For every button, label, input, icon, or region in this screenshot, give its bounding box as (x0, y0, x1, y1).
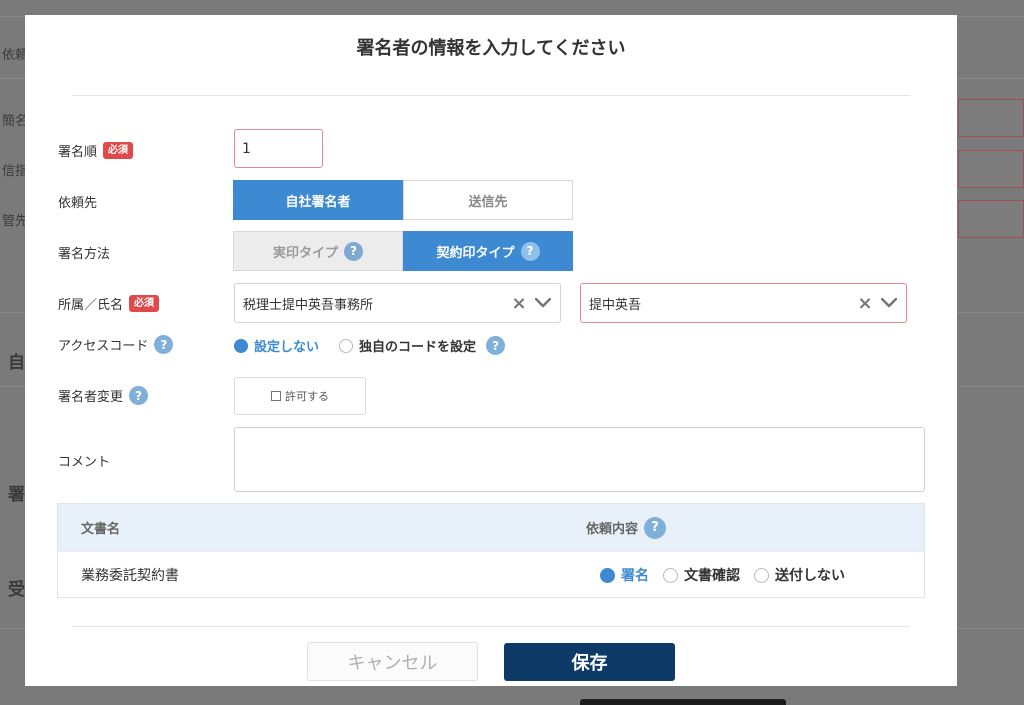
radio-unselected-icon (754, 567, 769, 583)
signing-order-input[interactable] (234, 129, 323, 168)
request-to-label: 依頼先 (58, 192, 97, 211)
signing-method-label: 署名方法 (58, 243, 110, 262)
radio-selected-icon (234, 338, 248, 353)
request-to-label-text: 依頼先 (58, 196, 98, 211)
document-name: 業務委託契約書 (81, 568, 179, 584)
access-code-label-text: アクセスコード (58, 339, 149, 354)
checkbox-icon (271, 391, 281, 401)
affiliation-select[interactable]: 税理士提中英吾事務所 × (234, 283, 561, 323)
request-content-options: 署名 文書確認 送付しない (600, 565, 845, 585)
radio-selected-icon (600, 567, 615, 583)
allow-signer-change-label: 許可する (285, 390, 329, 403)
seal-type-button[interactable]: 実印タイプ ? (233, 231, 403, 271)
access-code-custom-label: 独自のコードを設定 (359, 340, 477, 355)
dialog-title: 署名者の情報を入力してください (356, 38, 626, 59)
bg-section-title: 受 (8, 580, 25, 600)
request-to-own-signer-label: 自社署名者 (285, 194, 351, 210)
help-icon[interactable]: ? (154, 335, 174, 354)
required-badge: 必須 (103, 142, 134, 159)
signer-name-select[interactable]: 提中英吾 × (580, 283, 907, 323)
access-code-none-radio[interactable]: 設定しない (234, 336, 319, 355)
comment-textarea[interactable] (234, 427, 925, 492)
signing-order-label: 署名順 必須 (58, 141, 134, 160)
table-row: 業務委託契約書 署名 文書確認 送付しない (58, 551, 924, 598)
request-sign-label: 署名 (621, 568, 649, 584)
signing-method-toggle: 実印タイプ ? 契約印タイプ ? (233, 231, 573, 271)
bg-input (958, 150, 1024, 188)
documents-table-header: 文書名 依頼内容 ? (58, 504, 924, 551)
title-divider (72, 95, 910, 96)
request-to-toggle: 自社署名者 送信先 (233, 180, 573, 220)
bg-input (958, 200, 1024, 238)
cancel-button[interactable]: キャンセル (307, 642, 478, 681)
signer-change-label-text: 署名者変更 (58, 390, 124, 405)
request-no-send-label: 送付しない (775, 568, 845, 584)
seal-type-label: 実印タイプ (272, 245, 338, 261)
radio-unselected-icon (663, 567, 678, 583)
help-icon[interactable]: ? (520, 241, 540, 261)
documents-table: 文書名 依頼内容 ? 業務委託契約書 署名 文書確認 送付しない (57, 503, 925, 598)
affiliation-name-label-text: 所属／氏名 (58, 298, 124, 313)
help-icon[interactable]: ? (644, 516, 667, 539)
help-icon[interactable]: ? (344, 241, 363, 261)
clear-icon[interactable]: × (510, 293, 528, 314)
signing-method-label-text: 署名方法 (58, 247, 111, 262)
access-code-none-label: 設定しない (254, 340, 320, 355)
footer-divider (72, 626, 910, 627)
help-icon[interactable]: ? (486, 336, 506, 355)
request-confirm-label: 文書確認 (684, 568, 740, 584)
signer-name-value: 提中英吾 (589, 297, 642, 313)
affiliation-value: 税理士提中英吾事務所 (243, 297, 374, 313)
affiliation-name-label: 所属／氏名 必須 (58, 294, 160, 313)
signer-info-dialog: 署名者の情報を入力してください 署名順 必須 依頼先 自社署名者 送信先 署名方… (25, 15, 957, 686)
request-confirm-radio[interactable]: 文書確認 (663, 565, 740, 585)
allow-signer-change-checkbox[interactable]: 許可する (234, 377, 366, 415)
bg-input (958, 99, 1024, 137)
save-button[interactable]: 保存 (504, 643, 675, 681)
contract-seal-type-label: 契約印タイプ (436, 245, 515, 261)
request-no-send-radio[interactable]: 送付しない (754, 565, 845, 585)
signer-change-label: 署名者変更 ? (58, 386, 149, 405)
access-code-options: 設定しない 独自のコードを設定 ? (234, 336, 506, 355)
request-to-own-signer-button[interactable]: 自社署名者 (233, 180, 403, 220)
signing-order-label-text: 署名順 (58, 145, 98, 160)
contract-seal-type-button[interactable]: 契約印タイプ ? (403, 231, 573, 271)
request-sign-radio[interactable]: 署名 (600, 565, 649, 585)
required-badge: 必須 (129, 295, 160, 312)
request-to-recipient-label: 送信先 (468, 194, 508, 210)
document-name-header: 文書名 (81, 522, 121, 537)
request-content-header: 依頼内容 ? (586, 516, 667, 539)
access-code-label: アクセスコード ? (58, 335, 174, 354)
comment-label: コメント (58, 451, 110, 470)
request-content-header-text: 依頼内容 (586, 522, 639, 537)
bg-section-title: 署 (8, 485, 25, 505)
radio-unselected-icon (339, 338, 354, 353)
access-code-custom-radio[interactable]: 独自のコードを設定 (339, 336, 476, 355)
chevron-down-icon[interactable] (880, 294, 898, 312)
help-icon[interactable]: ? (129, 386, 149, 405)
clear-icon[interactable]: × (856, 293, 874, 314)
request-to-recipient-button[interactable]: 送信先 (403, 180, 573, 220)
chevron-down-icon[interactable] (534, 294, 552, 312)
bg-bottom-bar (580, 699, 786, 705)
comment-label-text: コメント (58, 455, 111, 470)
bg-section-title: 自 (8, 353, 25, 373)
